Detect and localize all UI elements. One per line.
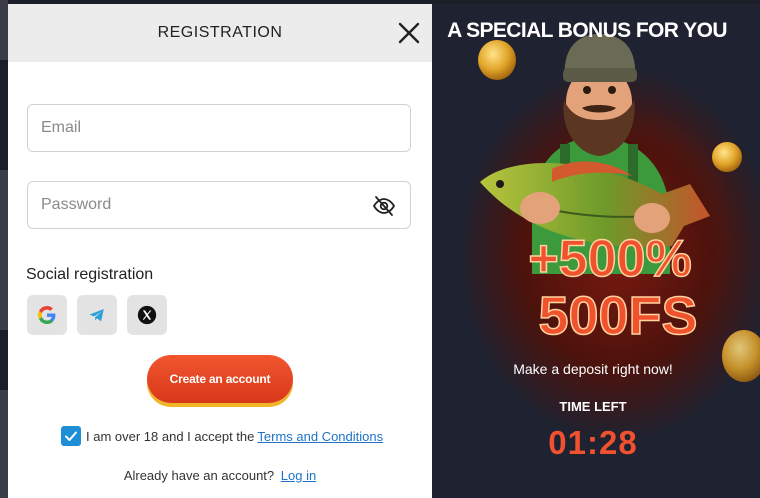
google-signin-button[interactable]: [27, 295, 67, 335]
terms-link[interactable]: Terms and Conditions: [257, 429, 383, 444]
checkmark-icon: [65, 431, 77, 441]
backdrop-strip: [0, 0, 8, 60]
login-link[interactable]: Log in: [281, 468, 316, 483]
telegram-signin-button[interactable]: [77, 295, 117, 335]
password-input[interactable]: [28, 195, 363, 215]
countdown-timer: 01:28: [548, 424, 638, 461]
login-prompt: Already have an account?: [123, 468, 275, 483]
deposit-cta-text: Make a deposit right now!: [513, 361, 673, 377]
close-button[interactable]: [394, 18, 424, 48]
registration-form-panel: REGISTRATION Social registration: [8, 4, 432, 498]
email-input[interactable]: [28, 118, 363, 138]
bonus-free-spins: 500FS: [538, 286, 697, 346]
telegram-icon: [89, 309, 104, 322]
terms-text: I am over 18 and I accept the: [86, 428, 255, 444]
bonus-percent: +500%: [528, 230, 691, 288]
x-icon: [137, 305, 157, 325]
registration-modal: REGISTRATION Social registration: [8, 4, 760, 498]
promo-panel: A SPECIAL BONUS FOR YOU +500% 500FS Make…: [432, 4, 760, 498]
close-icon: [398, 22, 420, 44]
backdrop-strip: [0, 170, 8, 330]
social-buttons: [27, 295, 167, 335]
google-icon: [38, 306, 56, 324]
terms-row: I am over 18 and I accept the Terms and …: [61, 426, 383, 446]
form-header: REGISTRATION: [8, 4, 432, 62]
terms-checkbox[interactable]: [61, 426, 81, 446]
x-signin-button[interactable]: [127, 295, 167, 335]
backdrop-strip: [0, 390, 8, 498]
time-left-label: TIME LEFT: [559, 399, 627, 414]
eye-off-icon: [372, 196, 396, 216]
social-registration-label: Social registration: [26, 266, 154, 283]
login-row: Already have an account? Log in: [8, 468, 432, 483]
create-account-button[interactable]: Create an account: [147, 355, 293, 403]
email-field: [27, 104, 411, 152]
toggle-password-visibility[interactable]: [372, 194, 396, 218]
form-title: REGISTRATION: [157, 24, 283, 41]
password-field: [27, 181, 411, 229]
